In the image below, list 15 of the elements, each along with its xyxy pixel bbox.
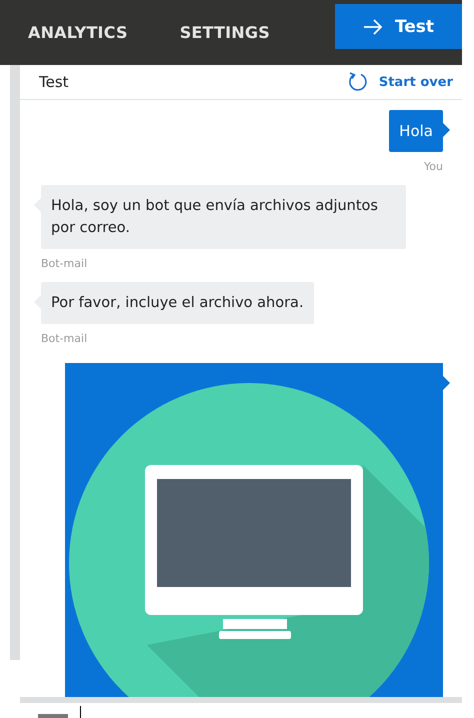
sender-label: Bot-mail [41,332,88,345]
message-bubble: Hola [389,110,443,152]
nav-tab[interactable]: ANALYTICS [12,17,144,48]
arrow-icon [362,18,383,34]
bubble-tail [443,123,450,137]
message-bubble: Hola, soy un bot que envía archivos adjuntos por correo. [41,185,406,249]
chat-title: Test [39,73,69,91]
bubble-tail [443,376,450,390]
test-button[interactable]: Test [335,4,462,49]
message-bubble: Por favor, incluye el archivo ahora. [41,282,314,324]
start-over-button[interactable]: Start over [346,71,453,93]
refresh-icon [346,71,369,93]
sender-label: Bot-mail [41,257,88,270]
sender-label: You [424,160,443,173]
nav-tab[interactable]: SETTINGS [164,17,286,48]
